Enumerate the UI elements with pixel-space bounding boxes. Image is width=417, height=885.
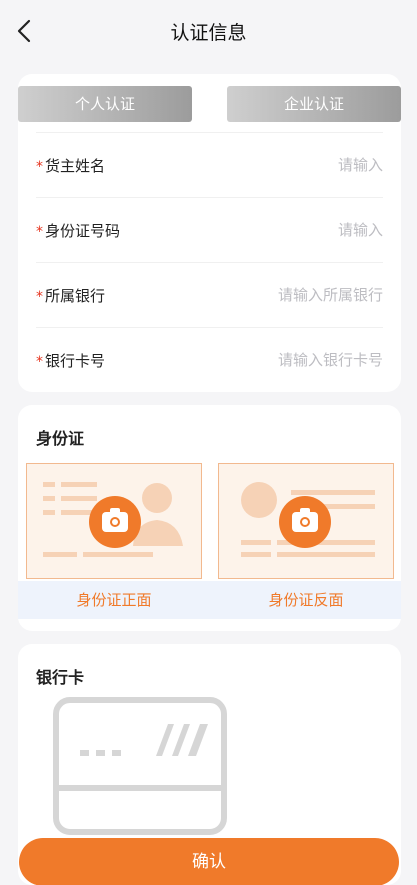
tab-company[interactable]: 企业认证	[227, 86, 401, 122]
shipper-name-input[interactable]	[223, 156, 383, 174]
bank-input[interactable]	[223, 286, 383, 304]
page-title: 认证信息	[170, 22, 247, 44]
field-bank-card-number: * 银行卡号	[36, 327, 383, 392]
id-back-upload[interactable]	[218, 463, 394, 579]
field-id-number: * 身份证号码	[36, 197, 383, 262]
id-front-label: 身份证正面	[76, 591, 152, 609]
nav-bar: 认证信息	[0, 0, 417, 62]
tab-personal[interactable]: 个人认证	[18, 86, 192, 122]
id-number-input[interactable]	[223, 221, 383, 239]
camera-icon[interactable]	[89, 496, 141, 548]
id-back-label: 身份证反面	[268, 591, 344, 609]
required-mark: *	[36, 223, 43, 240]
bank-card-number-input[interactable]	[223, 351, 383, 369]
field-label: * 银行卡号	[36, 351, 106, 370]
bank-card-title: 银行卡	[36, 668, 85, 687]
personal-info-card: 个人认证 企业认证 *货主姓名 *身份证号码 *所属银行 *银行卡号	[18, 74, 401, 392]
field-label: * 身份证号码	[36, 221, 121, 240]
camera-icon[interactable]	[279, 496, 331, 548]
required-mark: *	[36, 158, 43, 175]
confirm-button[interactable]: 确认	[19, 838, 399, 885]
id-card-title: 身份证	[36, 429, 85, 448]
bank-card-upload[interactable]	[52, 696, 230, 836]
required-mark: *	[36, 288, 43, 305]
field-label: * 所属银行	[36, 286, 106, 305]
id-front-upload[interactable]	[26, 463, 202, 579]
id-card-section: 身份证 身份证正面 身份证反面	[18, 405, 401, 631]
bank-card-icon	[53, 697, 227, 835]
field-bank: * 所属银行	[36, 262, 383, 327]
required-mark: *	[36, 353, 43, 370]
field-shipper-name: * 货主姓名	[36, 132, 383, 197]
field-label: * 货主姓名	[36, 156, 106, 175]
